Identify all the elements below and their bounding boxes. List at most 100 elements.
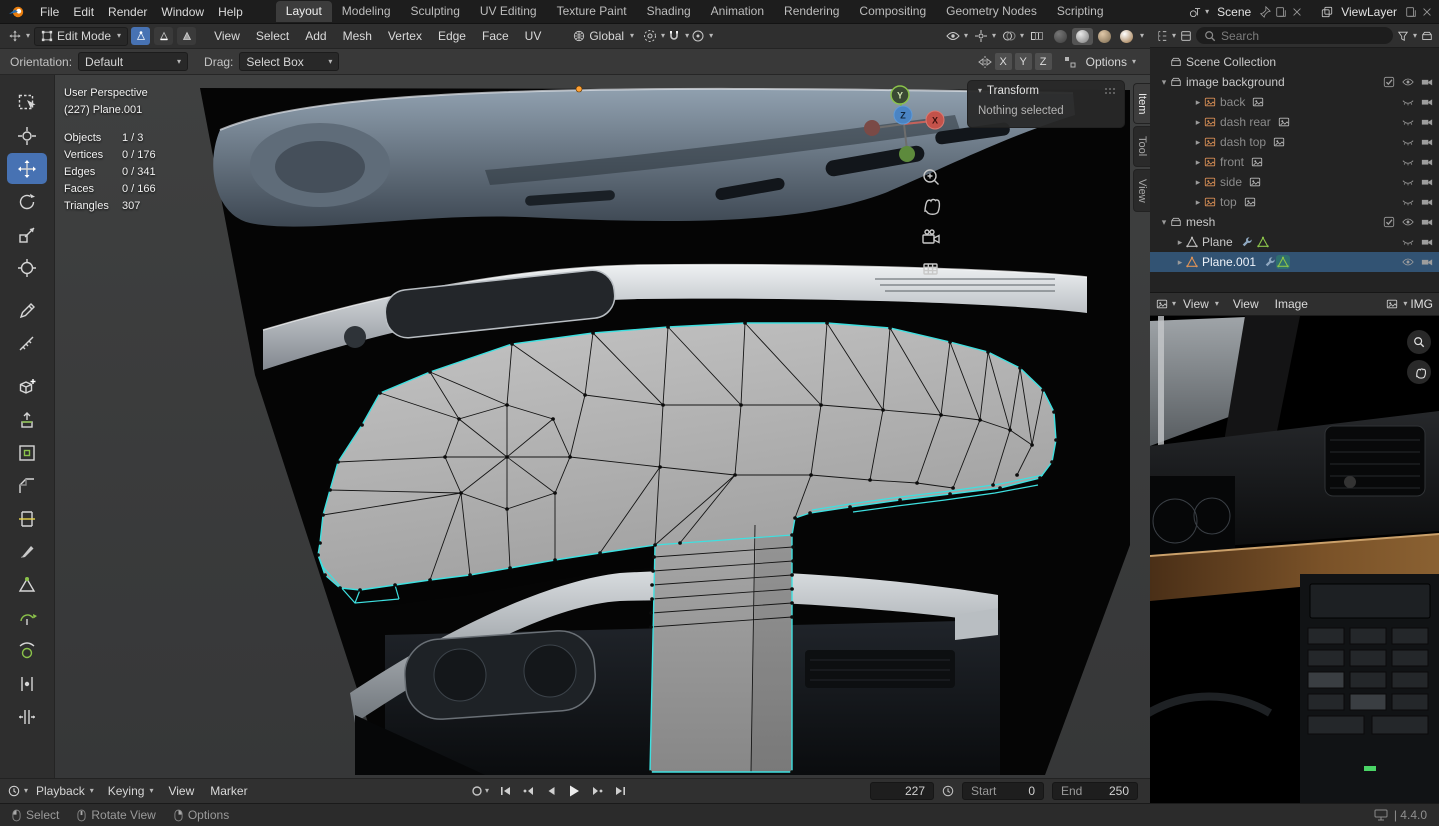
tool-edge-slide[interactable] bbox=[7, 668, 47, 699]
new-viewlayer-icon[interactable] bbox=[1405, 6, 1417, 18]
workspace-tab-texture-paint[interactable]: Texture Paint bbox=[547, 1, 637, 22]
image-zoom-button[interactable] bbox=[1407, 330, 1431, 354]
tool-rotate[interactable] bbox=[7, 186, 47, 217]
tool-loop-cut[interactable] bbox=[7, 503, 47, 534]
tool-extrude-region[interactable] bbox=[7, 404, 47, 435]
image-pan-button[interactable] bbox=[1407, 360, 1431, 384]
hide-eye-closed-icon[interactable] bbox=[1402, 116, 1414, 128]
menu-mesh[interactable]: Mesh bbox=[336, 24, 379, 48]
render-camera-icon[interactable] bbox=[1421, 76, 1433, 88]
workspace-tab-compositing[interactable]: Compositing bbox=[849, 1, 936, 22]
tool-add-cube[interactable] bbox=[7, 371, 47, 402]
render-camera-icon[interactable] bbox=[1421, 136, 1433, 148]
mode-dropdown[interactable]: Edit Mode ▾ bbox=[34, 26, 129, 46]
tool-knife[interactable] bbox=[7, 536, 47, 567]
outliner-row-plane-001[interactable]: ▸ Plane.001 bbox=[1150, 252, 1439, 272]
hide-eye-icon[interactable] bbox=[1402, 216, 1414, 228]
tool-measure[interactable] bbox=[7, 328, 47, 359]
jump-to-start-button[interactable] bbox=[496, 783, 515, 799]
tool-smooth[interactable] bbox=[7, 635, 47, 666]
tool-cursor[interactable] bbox=[7, 120, 47, 151]
hide-eye-closed-icon[interactable] bbox=[1402, 96, 1414, 108]
frame-start-field[interactable]: Start 0 bbox=[962, 782, 1044, 800]
use-preview-range-icon[interactable] bbox=[942, 785, 954, 797]
outliner-row-front[interactable]: ▸ front bbox=[1150, 152, 1439, 172]
select-mode-face-button[interactable] bbox=[177, 27, 197, 45]
snap-toggle-button[interactable]: ▾ bbox=[667, 29, 689, 43]
menu-render[interactable]: Render bbox=[101, 0, 154, 23]
jump-prev-keyframe-button[interactable] bbox=[519, 783, 538, 799]
scene-browse-button[interactable]: ▾ bbox=[1189, 6, 1209, 18]
outliner-row-plane[interactable]: ▸ Plane bbox=[1150, 232, 1439, 252]
shading-wireframe-button[interactable] bbox=[1050, 28, 1071, 45]
expand-icon[interactable]: ▾ bbox=[1158, 77, 1170, 88]
hide-eye-closed-icon[interactable] bbox=[1402, 236, 1414, 248]
mirror-z-button[interactable]: Z bbox=[1034, 53, 1052, 70]
workspace-tab-uv-editing[interactable]: UV Editing bbox=[470, 1, 547, 22]
render-camera-icon[interactable] bbox=[1421, 96, 1433, 108]
remove-viewlayer-icon[interactable] bbox=[1421, 6, 1433, 18]
expand-icon[interactable]: ▸ bbox=[1174, 257, 1186, 268]
transform-orientation-dropdown[interactable]: Global ▾ bbox=[566, 27, 641, 46]
menu-edge[interactable]: Edge bbox=[431, 24, 473, 48]
jump-to-end-button[interactable] bbox=[611, 783, 630, 799]
current-frame-field[interactable]: 227 bbox=[870, 782, 934, 800]
menu-uv[interactable]: UV bbox=[518, 24, 549, 48]
mirror-y-button[interactable]: Y bbox=[1014, 53, 1032, 70]
sidebar-tab-view[interactable]: View bbox=[1133, 168, 1150, 213]
blender-logo[interactable] bbox=[0, 0, 33, 23]
new-scene-icon[interactable] bbox=[1275, 6, 1287, 18]
select-mode-vertex-button[interactable] bbox=[131, 27, 151, 45]
image-editor-canvas[interactable] bbox=[1150, 316, 1439, 803]
orientation-setting-dropdown[interactable]: Default ▾ bbox=[78, 52, 189, 71]
hide-eye-closed-icon[interactable] bbox=[1402, 136, 1414, 148]
tool-inset-faces[interactable] bbox=[7, 437, 47, 468]
render-camera-icon[interactable] bbox=[1421, 236, 1433, 248]
render-camera-icon[interactable] bbox=[1421, 256, 1433, 268]
menu-face[interactable]: Face bbox=[475, 24, 516, 48]
render-camera-icon[interactable] bbox=[1421, 156, 1433, 168]
gizmo-axis-y-neg[interactable] bbox=[899, 146, 915, 162]
display-mode-icon[interactable] bbox=[1180, 30, 1192, 42]
workspace-tab-scripting[interactable]: Scripting bbox=[1047, 1, 1114, 22]
show-overlays-dropdown[interactable]: ▾ bbox=[1002, 29, 1024, 43]
transform-panel-title[interactable]: Transform bbox=[987, 85, 1039, 97]
shading-material-button[interactable] bbox=[1094, 28, 1115, 45]
menu-file[interactable]: File bbox=[33, 0, 66, 23]
timeline-menu-marker[interactable]: Marker bbox=[203, 779, 254, 803]
outliner-row-mesh-collection[interactable]: ▾ mesh bbox=[1150, 212, 1439, 232]
expand-icon[interactable]: ▸ bbox=[1192, 197, 1204, 208]
expand-icon[interactable]: ▾ bbox=[1158, 217, 1170, 228]
image-menu-view[interactable]: View bbox=[1226, 293, 1266, 315]
jump-next-keyframe-button[interactable] bbox=[588, 783, 607, 799]
drag-setting-dropdown[interactable]: Select Box ▾ bbox=[239, 52, 340, 71]
menu-add[interactable]: Add bbox=[298, 24, 333, 48]
exclude-checkbox-icon[interactable] bbox=[1383, 76, 1395, 88]
search-input[interactable]: Search bbox=[1196, 27, 1393, 44]
outliner-editor-type-button[interactable]: ▾ bbox=[1156, 30, 1176, 42]
menu-vertex[interactable]: Vertex bbox=[381, 24, 429, 48]
hide-eye-icon[interactable] bbox=[1402, 76, 1414, 88]
panel-grip-icon[interactable] bbox=[1104, 87, 1116, 95]
tool-scale[interactable] bbox=[7, 219, 47, 250]
hide-eye-closed-icon[interactable] bbox=[1402, 176, 1414, 188]
expand-icon[interactable]: ▸ bbox=[1192, 117, 1204, 128]
3d-viewport[interactable]: Y Z X User Perspective (227) Plane.001 O… bbox=[55, 75, 1150, 778]
expand-icon[interactable]: ▸ bbox=[1174, 237, 1186, 248]
timeline-editor-type-button[interactable]: ▾ bbox=[8, 785, 28, 797]
workspace-tab-geometry-nodes[interactable]: Geometry Nodes bbox=[936, 1, 1047, 22]
hide-eye-icon[interactable] bbox=[1402, 256, 1414, 268]
tool-transform[interactable] bbox=[7, 252, 47, 283]
play-reverse-button[interactable] bbox=[542, 783, 560, 799]
options-dropdown[interactable]: Options ▾ bbox=[1086, 55, 1136, 69]
menu-help[interactable]: Help bbox=[211, 0, 250, 23]
xray-toggle-button[interactable] bbox=[1030, 29, 1044, 43]
menu-select[interactable]: Select bbox=[249, 24, 296, 48]
image-editor-type-button[interactable]: ▾ bbox=[1156, 298, 1176, 310]
render-camera-icon[interactable] bbox=[1421, 116, 1433, 128]
show-gizmo-dropdown[interactable]: ▾ bbox=[974, 29, 996, 43]
proportional-edit-button[interactable]: ▾ bbox=[691, 29, 713, 43]
outliner-row-dash-rear[interactable]: ▸ dash rear bbox=[1150, 112, 1439, 132]
workspace-tab-modeling[interactable]: Modeling bbox=[332, 1, 401, 22]
frame-end-field[interactable]: End 250 bbox=[1052, 782, 1138, 800]
